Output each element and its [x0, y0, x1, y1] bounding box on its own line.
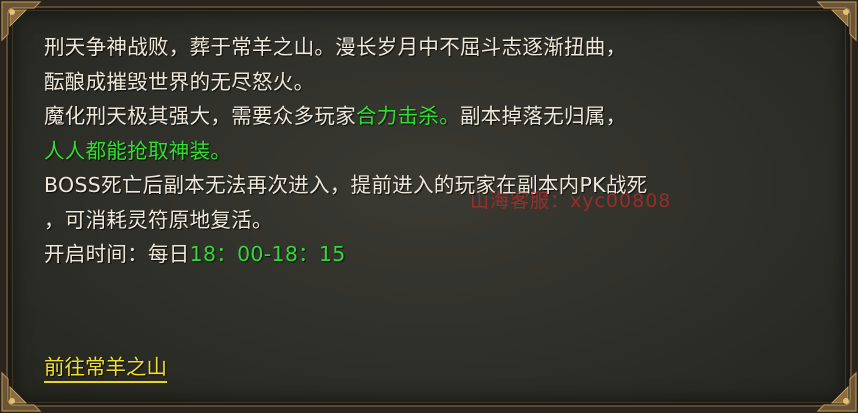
open-time-value: 18：00-18：15	[189, 242, 346, 266]
goto-changyang-mountain-link[interactable]: 前往常羊之山	[44, 354, 167, 383]
description-text: ，可消耗灵符原地复活。	[44, 207, 273, 232]
description-text: 刑天争神战败，葬于常羊之山。漫长岁月中不屈斗志逐渐扭曲，	[44, 35, 627, 59]
description-line: 刑天争神战败，葬于常羊之山。漫长岁月中不屈斗志逐渐扭曲，	[44, 30, 824, 65]
description-line: 魔化刑天极其强大，需要众多玩家合力击杀。副本掉落无归属，	[44, 99, 824, 134]
description-text: 魔化刑天极其强大，需要众多玩家	[44, 104, 356, 128]
dungeon-info-panel: 刑天争神战败，葬于常羊之山。漫长岁月中不屈斗志逐渐扭曲， 酝酿成摧毁世界的无尽怒…	[0, 0, 858, 413]
frame-edge-glow	[0, 353, 8, 413]
highlight-text: 合力击杀。	[356, 104, 460, 128]
dungeon-description: 刑天争神战败，葬于常羊之山。漫长岁月中不屈斗志逐渐扭曲， 酝酿成摧毁世界的无尽怒…	[44, 30, 824, 272]
description-text: 酝酿成摧毁世界的无尽怒火。	[44, 69, 315, 94]
open-time-label: 开启时间：每日	[44, 242, 190, 266]
description-line: ，可消耗灵符原地复活。	[44, 203, 824, 238]
open-time-line: 开启时间：每日18：00-18：15	[44, 237, 824, 272]
frame-corner-ornament-icon	[816, 371, 857, 412]
description-line: 酝酿成摧毁世界的无尽怒火。	[44, 65, 824, 100]
description-text: 副本掉落无归属，	[460, 104, 627, 128]
description-line: BOSS死亡后副本无法再次进入，提前进入的玩家在副本内PK战死	[44, 168, 824, 203]
description-text: BOSS死亡后副本无法再次进入，提前进入的玩家在副本内PK战死	[44, 173, 648, 197]
description-line: 人人都能抢取神装。	[44, 134, 824, 169]
highlight-text: 人人都能抢取神装。	[44, 138, 232, 163]
